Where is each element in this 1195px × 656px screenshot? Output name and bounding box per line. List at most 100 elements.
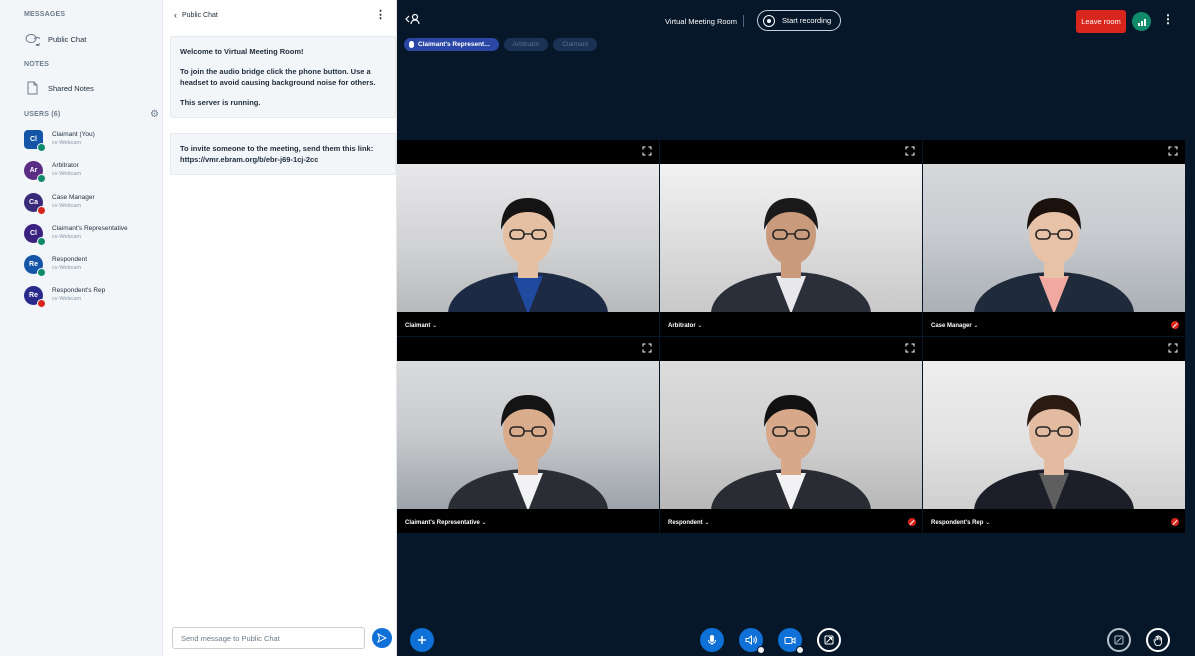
audio-instructions: To join the audio bridge click the phone… xyxy=(180,67,376,87)
public-chat-label: Public Chat xyxy=(48,34,87,44)
tile-header xyxy=(660,140,922,164)
presentation-icon xyxy=(1114,635,1124,645)
chat-options-button[interactable]: ⋮ xyxy=(375,8,386,21)
user-list-item[interactable]: Re Respondent cv-Webcam xyxy=(24,255,88,277)
video-tile: Case Manager xyxy=(923,140,1185,336)
connection-status-button[interactable] xyxy=(1132,12,1151,31)
server-status: This server is running. xyxy=(180,98,261,107)
avatar-initials: Ca xyxy=(29,199,38,206)
chevron-left-icon: ‹ xyxy=(174,10,177,20)
muted-icon xyxy=(908,518,916,526)
user-status-text: cv-Webcam xyxy=(52,203,81,209)
user-list-item[interactable]: Re Respondent's Rep cv-Webcam xyxy=(24,286,105,308)
plus-icon xyxy=(418,636,426,644)
signal-bars-icon xyxy=(1137,23,1140,26)
status-dot-icon xyxy=(37,143,46,152)
webcam-video[interactable] xyxy=(660,361,922,509)
video-tile: Respondent xyxy=(660,337,922,533)
user-list-item[interactable]: Ar Arbitrator cv-Webcam xyxy=(24,161,81,183)
more-options-button[interactable]: ⋮ xyxy=(1162,12,1174,26)
participant-name[interactable]: Respondent's Rep xyxy=(931,519,990,526)
webcam-video[interactable] xyxy=(397,164,659,312)
video-tile: Claimant's Representative xyxy=(397,337,659,533)
fullscreen-icon[interactable] xyxy=(905,343,916,354)
camera-settings-badge[interactable] xyxy=(796,646,804,654)
start-recording-button[interactable]: Start recording xyxy=(757,10,842,31)
avatar-initials: Re xyxy=(29,261,38,268)
microphone-button[interactable] xyxy=(700,628,724,652)
talking-indicator[interactable]: Arbitrator xyxy=(503,38,549,51)
avatar-initials: Cl xyxy=(30,230,37,237)
avatar-initials: Cl xyxy=(30,136,37,143)
status-dot-icon xyxy=(37,206,46,215)
camera-button[interactable] xyxy=(778,628,804,654)
avatar: Ca xyxy=(24,193,46,215)
participant-name[interactable]: Respondent xyxy=(668,519,709,526)
avatar-initials: Ar xyxy=(29,167,38,174)
chat-bubble-icon xyxy=(24,31,40,47)
welcome-suffix: ! xyxy=(301,47,304,56)
user-status-text: cv-Webcam xyxy=(52,140,81,146)
avatar: Ar xyxy=(24,161,46,183)
invite-link[interactable]: https://vmr.ebram.org/b/ebr-j69-1cj-2cc xyxy=(180,155,318,164)
chat-back-button[interactable]: ‹ Public Chat xyxy=(174,10,218,20)
user-name: Arbitrator xyxy=(52,162,79,169)
user-name: Respondent xyxy=(52,256,88,263)
talking-indicator[interactable]: Claimant's Represent... xyxy=(404,38,499,51)
participant-name[interactable]: Case Manager xyxy=(931,322,978,329)
audio-settings-badge[interactable] xyxy=(757,646,765,654)
avatar: Cl xyxy=(24,130,46,152)
chat-message-input[interactable] xyxy=(172,627,365,649)
status-dot-icon xyxy=(37,268,46,277)
user-name: Case Manager xyxy=(52,194,95,201)
public-chat-nav-item[interactable]: Public Chat xyxy=(24,31,86,47)
record-label: Start recording xyxy=(782,16,832,25)
send-icon xyxy=(377,633,387,643)
user-list-item[interactable]: Ca Case Manager cv-Webcam xyxy=(24,193,95,215)
share-screen-button[interactable] xyxy=(817,628,841,652)
video-camera-icon xyxy=(784,636,796,644)
webcam-video[interactable] xyxy=(660,164,922,312)
participant-name[interactable]: Claimant xyxy=(405,322,437,329)
talker-name: Claimant's Represent... xyxy=(418,41,490,48)
leave-room-button[interactable]: Leave room xyxy=(1076,10,1126,33)
fullscreen-icon[interactable] xyxy=(1168,343,1179,354)
fullscreen-icon[interactable] xyxy=(642,343,653,354)
status-dot-icon xyxy=(37,237,46,246)
presentation-toggle-button[interactable] xyxy=(1107,628,1131,652)
fullscreen-icon[interactable] xyxy=(905,146,916,157)
shared-notes-nav-item[interactable]: Shared Notes xyxy=(24,80,94,96)
user-status-text: cv-Webcam xyxy=(52,234,81,240)
toggle-userlist-button[interactable] xyxy=(405,12,421,28)
fullscreen-icon[interactable] xyxy=(1168,146,1179,157)
muted-icon xyxy=(1171,321,1179,329)
user-status-text: cv-Webcam xyxy=(52,265,81,271)
raise-hand-button[interactable] xyxy=(1146,628,1170,652)
user-name: Claimant's Representative xyxy=(52,225,128,232)
user-list-item[interactable]: Cl Claimant (You) cv-Webcam xyxy=(24,130,95,152)
tile-header xyxy=(923,140,1185,164)
user-status-text: cv-Webcam xyxy=(52,171,81,177)
webcam-video[interactable] xyxy=(923,361,1185,509)
participant-name[interactable]: Arbitrator xyxy=(668,322,702,329)
webcam-video[interactable] xyxy=(397,361,659,509)
microphone-icon xyxy=(409,41,414,48)
gear-icon[interactable]: ⚙ xyxy=(149,109,160,120)
avatar: Re xyxy=(24,255,46,277)
record-icon xyxy=(763,14,775,27)
audio-button[interactable] xyxy=(739,628,765,654)
tile-header xyxy=(397,337,659,361)
actions-plus-button[interactable] xyxy=(410,628,434,652)
invite-text: To invite someone to the meeting, send t… xyxy=(180,144,374,153)
users-toggle-icon xyxy=(405,13,420,25)
fullscreen-icon[interactable] xyxy=(642,146,653,157)
status-dot-icon xyxy=(37,299,46,308)
user-list-item[interactable]: Cl Claimant's Representative cv-Webcam xyxy=(24,224,128,246)
avatar-initials: Re xyxy=(29,292,38,299)
talking-indicator[interactable]: Claimant xyxy=(553,38,598,51)
participant-name[interactable]: Claimant's Representative xyxy=(405,519,487,526)
notes-section-title: NOTES xyxy=(24,61,50,68)
user-status-text: cv-Webcam xyxy=(52,296,81,302)
webcam-video[interactable] xyxy=(923,164,1185,312)
send-message-button[interactable] xyxy=(372,628,392,648)
